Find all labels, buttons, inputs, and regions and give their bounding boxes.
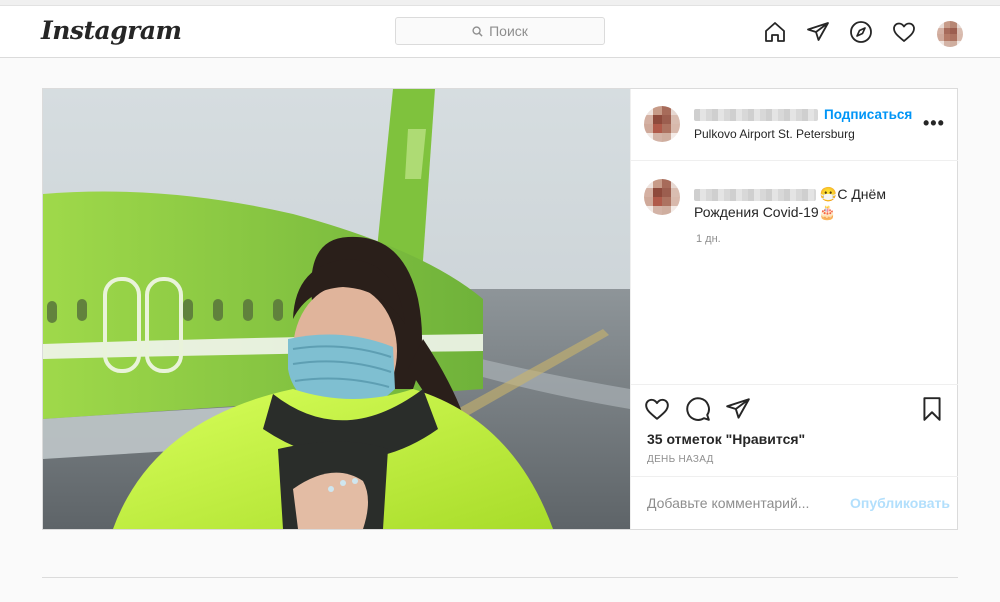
caption-author-avatar[interactable] [644, 179, 680, 215]
caption-username-redacted[interactable] [694, 189, 816, 202]
caption-text: 😷С Днём Рождения Covid-19🎂 [694, 185, 944, 221]
publish-button[interactable]: Опубликовать [850, 495, 950, 511]
post-header: Подписаться Pulkovo Airport St. Petersbu… [631, 89, 958, 161]
profile-avatar[interactable] [937, 21, 963, 47]
mask-emoji: 😷 [819, 186, 838, 202]
post-sidebar: Подписаться Pulkovo Airport St. Petersbu… [630, 89, 958, 529]
post-date[interactable]: ДЕНЬ НАЗАД [647, 454, 714, 465]
comment-input[interactable] [647, 495, 837, 511]
explore-icon[interactable] [849, 20, 873, 44]
search-input[interactable]: Поиск [395, 17, 605, 45]
author-avatar[interactable] [644, 106, 680, 142]
caption-timestamp: 1 дн. [696, 233, 721, 245]
top-navbar: Instagram Поиск [0, 6, 1000, 58]
like-heart-icon[interactable] [644, 396, 670, 422]
author-username-redacted[interactable] [694, 109, 818, 121]
home-icon[interactable] [763, 20, 787, 44]
bookmark-icon[interactable] [919, 396, 945, 422]
instagram-logo[interactable]: Instagram [41, 16, 182, 45]
more-options-icon[interactable]: ••• [923, 113, 945, 134]
post-photo[interactable] [43, 89, 630, 529]
cake-emoji: 🎂 [818, 204, 837, 220]
add-comment-bar: Опубликовать [631, 476, 958, 529]
follow-button[interactable]: Подписаться [824, 107, 912, 122]
search-icon [472, 25, 483, 37]
heart-icon[interactable] [892, 20, 916, 44]
likes-count[interactable]: 35 отметок "Нравится" [647, 431, 805, 447]
location-link[interactable]: Pulkovo Airport St. Petersburg [694, 127, 855, 141]
post-image [43, 89, 630, 529]
post-card: Подписаться Pulkovo Airport St. Petersbu… [42, 88, 958, 530]
comment-icon[interactable] [685, 396, 711, 422]
direct-icon[interactable] [806, 20, 830, 44]
post-actions: 35 отметок "Нравится" ДЕНЬ НАЗАД [631, 384, 958, 476]
caption-area: 😷С Днём Рождения Covid-19🎂 1 дн. [631, 162, 958, 384]
share-icon[interactable] [725, 396, 751, 422]
footer-divider [42, 577, 958, 578]
search-placeholder: Поиск [489, 23, 528, 39]
